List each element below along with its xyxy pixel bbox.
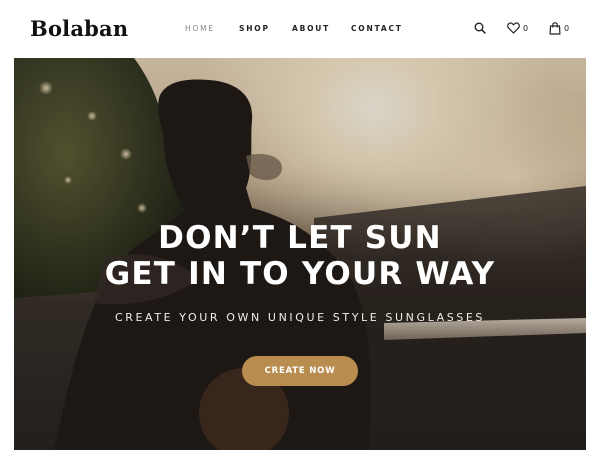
cart-button[interactable]: 0 (549, 21, 569, 35)
hero-title-line-1: DON’T LET SUN (158, 220, 442, 256)
heart-icon (507, 22, 520, 34)
wishlist-count: 0 (523, 23, 529, 33)
cart-count: 0 (564, 23, 570, 33)
wishlist-button[interactable]: 0 (507, 21, 528, 35)
search-button[interactable] (474, 21, 488, 35)
shopping-bag-icon (549, 21, 561, 35)
nav-contact[interactable]: CONTACT (351, 24, 403, 33)
search-icon (474, 22, 486, 34)
hero-banner: DON’T LET SUN GET IN TO YOUR WAY CREATE … (14, 58, 586, 450)
create-now-button[interactable]: CREATE NOW (242, 356, 358, 386)
nav-shop[interactable]: SHOP (239, 24, 270, 33)
nav-home[interactable]: HOME (185, 24, 215, 33)
nav-about[interactable]: ABOUT (292, 24, 330, 33)
hero-subtitle: CREATE YOUR OWN UNIQUE STYLE SUNGLASSES (114, 311, 485, 324)
site-header: Bolaban HOME SHOP ABOUT CONTACT 0 0 (0, 0, 600, 58)
hero-title-line-2: GET IN TO YOUR WAY (104, 256, 496, 292)
hero-title: DON’T LET SUN GET IN TO YOUR WAY (14, 220, 586, 292)
